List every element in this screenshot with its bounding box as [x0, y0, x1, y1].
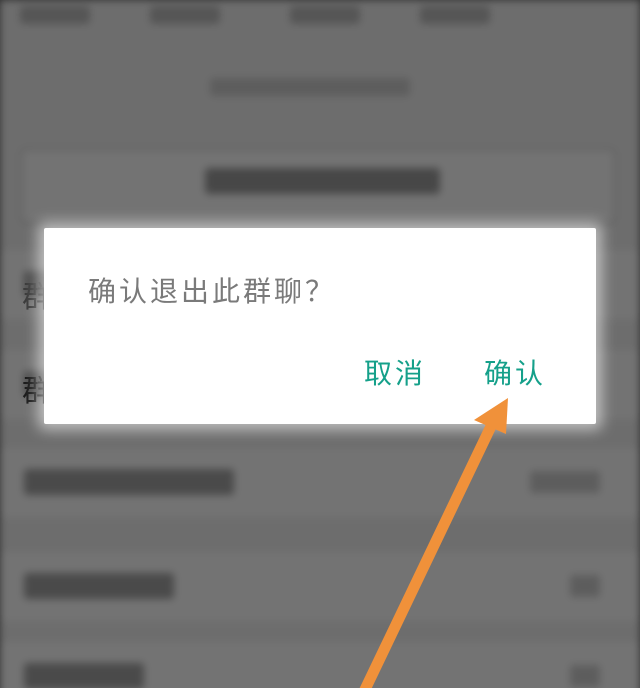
dialog-message: 确认退出此群聊？ [88, 275, 337, 308]
cancel-button[interactable]: 取消 [364, 352, 426, 392]
screen: 群 群 确认退出此群聊？ 取消 确认 [0, 0, 640, 688]
confirm-exit-dialog: 确认退出此群聊？ 取消 确认 [44, 228, 596, 424]
dialog-actions: 取消 确认 [364, 352, 546, 392]
confirm-button[interactable]: 确认 [484, 352, 546, 392]
